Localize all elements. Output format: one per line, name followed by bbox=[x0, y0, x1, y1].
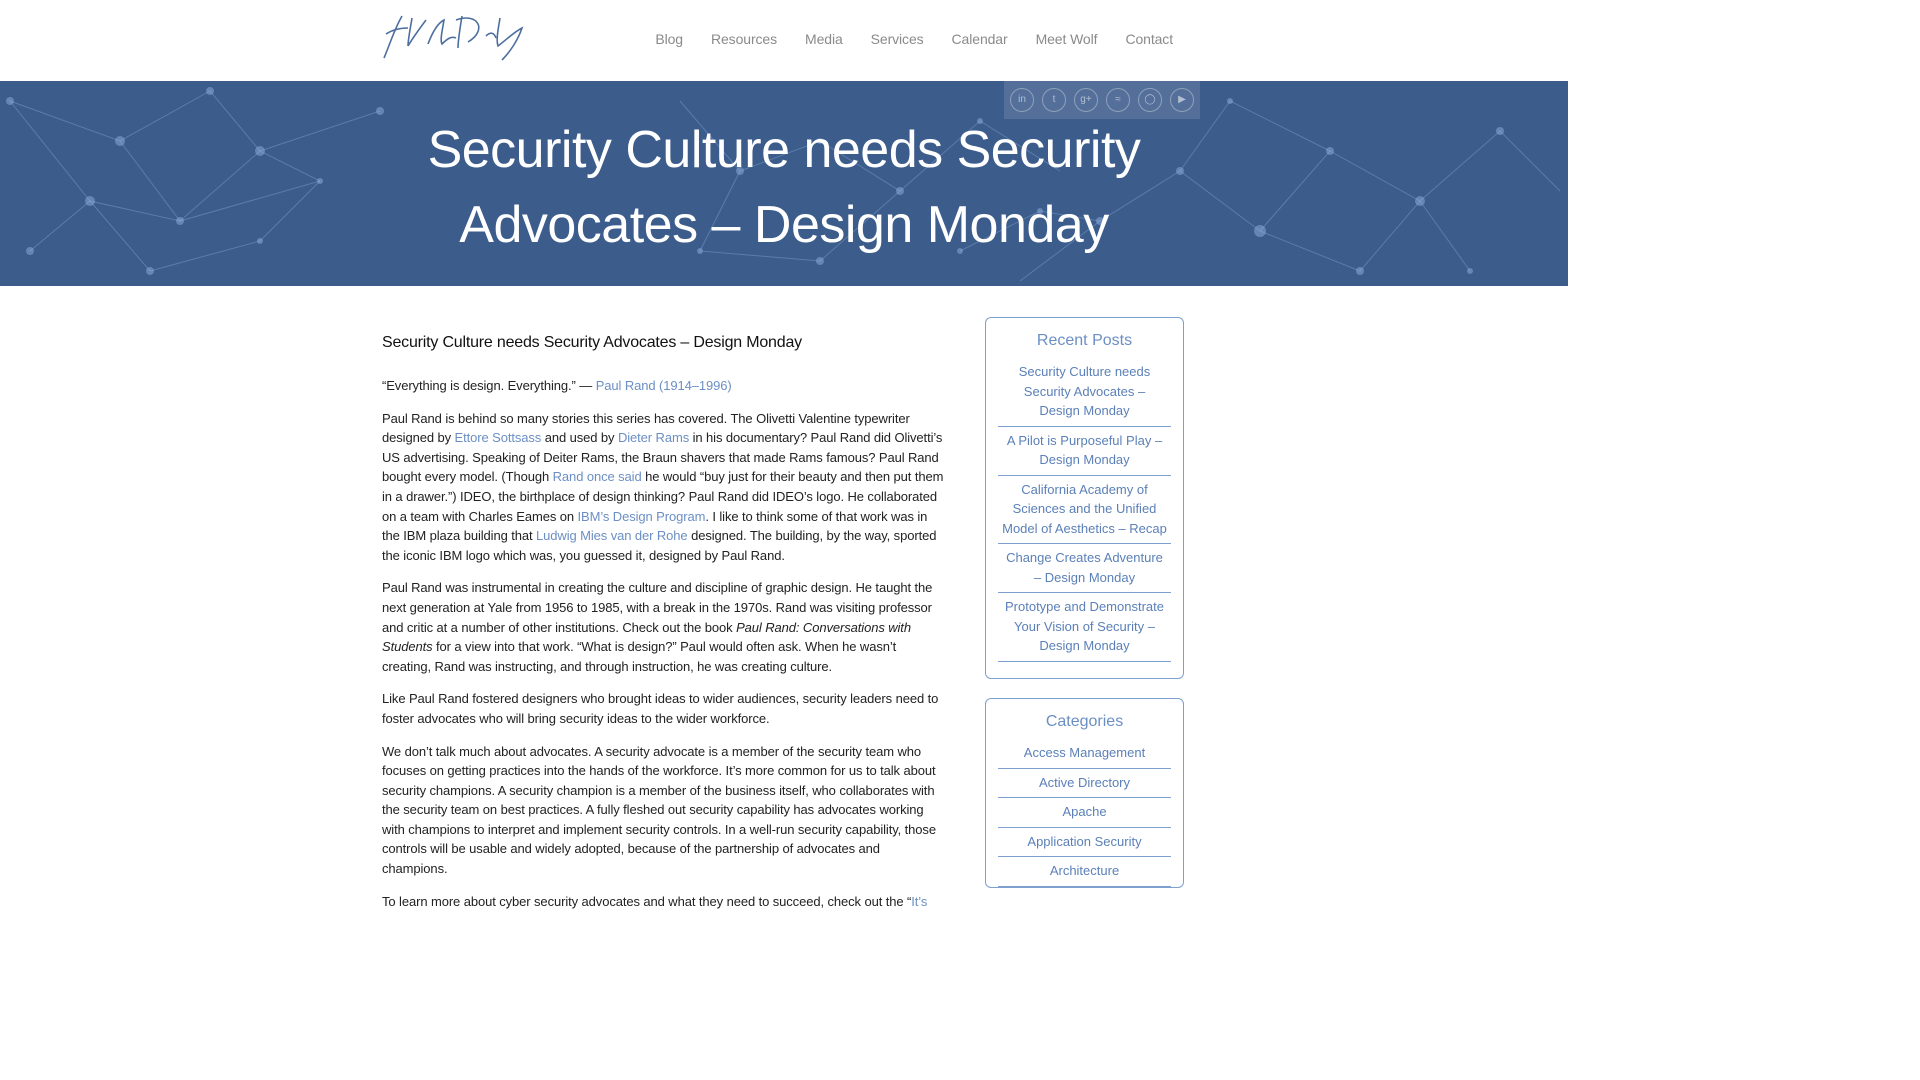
ibm-design-program-link[interactable]: IBM’s Design Program bbox=[578, 509, 706, 524]
paragraph-2: Paul Rand is behind so many stories this… bbox=[382, 409, 947, 566]
nav-services[interactable]: Services bbox=[871, 31, 924, 47]
list-item: Security Culture needs Security Advocate… bbox=[998, 358, 1171, 427]
category-link[interactable]: Access Management bbox=[1024, 745, 1145, 760]
category-link[interactable]: Application Security bbox=[1027, 834, 1141, 849]
page-title-line-1: Security Culture needs Security bbox=[427, 121, 1141, 179]
rss-icon[interactable]: ≈ bbox=[1106, 88, 1130, 112]
nav-blog[interactable]: Blog bbox=[655, 31, 683, 47]
list-item: California Academy of Sciences and the U… bbox=[998, 476, 1171, 544]
category-link[interactable]: Architecture bbox=[1050, 863, 1119, 878]
page-title: Security Culture needs Security Advocate… bbox=[384, 113, 1184, 263]
list-item: Application Security bbox=[998, 828, 1171, 857]
list-item: Architecture bbox=[998, 857, 1171, 887]
recent-post-link[interactable]: Security Culture needs Security Advocate… bbox=[1019, 364, 1151, 418]
paragraph-5: We don’t talk much about advocates. A se… bbox=[382, 743, 936, 877]
category-link[interactable]: Apache bbox=[1062, 804, 1106, 819]
quote-paragraph: “Everything is design. Everything.” — Pa… bbox=[382, 376, 947, 396]
recent-posts-list: Security Culture needs Security Advocate… bbox=[998, 358, 1171, 662]
list-item: Change Creates Adventure – Design Monday bbox=[998, 544, 1171, 593]
mies-van-der-rohe-link[interactable]: Ludwig Mies van der Rohe bbox=[536, 528, 688, 543]
nav-resources[interactable]: Resources bbox=[711, 31, 777, 47]
google-plus-icon[interactable]: g+ bbox=[1074, 88, 1098, 112]
nav-contact[interactable]: Contact bbox=[1125, 31, 1173, 47]
instagram-icon[interactable]: ◯ bbox=[1138, 88, 1162, 112]
categories-title: Categories bbox=[1045, 713, 1124, 730]
twitter-icon[interactable]: t bbox=[1042, 88, 1066, 112]
youtube-icon[interactable]: ▶ bbox=[1170, 88, 1194, 112]
categories-list: Access Management Active Directory Apach… bbox=[998, 739, 1171, 887]
its-link[interactable]: It’s bbox=[911, 894, 927, 909]
nav-media[interactable]: Media bbox=[805, 31, 843, 47]
nav-calendar[interactable]: Calendar bbox=[952, 31, 1008, 47]
main-nav: Blog Resources Media Services Calendar M… bbox=[627, 31, 1173, 47]
linkedin-icon[interactable]: in bbox=[1010, 88, 1034, 112]
categories-widget: Categories Access Management Active Dire… bbox=[985, 698, 1184, 888]
site-header: Blog Resources Media Services Calendar M… bbox=[0, 0, 1568, 81]
recent-post-link[interactable]: A Pilot is Purposeful Play – Design Mond… bbox=[1007, 433, 1162, 468]
page-title-line-2: Advocates – Design Monday bbox=[459, 196, 1109, 254]
hero-banner: in t g+ ≈ ◯ ▶ Security Culture needs Sec… bbox=[0, 81, 1568, 286]
category-link[interactable]: Active Directory bbox=[1039, 775, 1130, 790]
text: To learn more about cyber security advoc… bbox=[382, 893, 912, 909]
rand-once-said-link[interactable]: Rand once said bbox=[553, 469, 642, 484]
recent-post-link[interactable]: California Academy of Sciences and the U… bbox=[1002, 482, 1167, 536]
recent-post-link[interactable]: Change Creates Adventure – Design Monday bbox=[1006, 550, 1163, 585]
recent-posts-widget: Recent Posts Security Culture needs Secu… bbox=[985, 317, 1184, 679]
recent-posts-title: Recent Posts bbox=[1036, 332, 1133, 349]
list-item: Prototype and Demonstrate Your Vision of… bbox=[998, 593, 1171, 662]
dieter-rams-link[interactable]: Dieter Rams bbox=[618, 430, 689, 445]
list-item: A Pilot is Purposeful Play – Design Mond… bbox=[998, 427, 1171, 476]
paragraph-3: Paul Rand was instrumental in creating t… bbox=[382, 578, 947, 676]
ettore-sottsass-link[interactable]: Ettore Sottsass bbox=[455, 430, 542, 445]
list-item: Active Directory bbox=[998, 769, 1171, 798]
quote-text: “Everything is design. Everything.” — bbox=[382, 378, 596, 393]
article-body: Security Culture needs Security Advocate… bbox=[382, 328, 947, 924]
paragraph-4: Like Paul Rand fostered designers who br… bbox=[382, 691, 939, 726]
nav-meet-wolf[interactable]: Meet Wolf bbox=[1036, 31, 1098, 47]
signature-logo[interactable] bbox=[382, 10, 527, 62]
text: and used by bbox=[541, 430, 618, 446]
list-item: Apache bbox=[998, 798, 1171, 828]
paul-rand-link[interactable]: Paul Rand (1914–1996) bbox=[596, 378, 732, 393]
article-title: Security Culture needs Security Advocate… bbox=[382, 334, 802, 351]
list-item: Access Management bbox=[998, 739, 1171, 769]
paragraph-6: To learn more about cyber security advoc… bbox=[382, 892, 947, 912]
text: for a view into that work. “What is desi… bbox=[382, 639, 897, 674]
recent-post-link[interactable]: Prototype and Demonstrate Your Vision of… bbox=[1005, 599, 1164, 653]
